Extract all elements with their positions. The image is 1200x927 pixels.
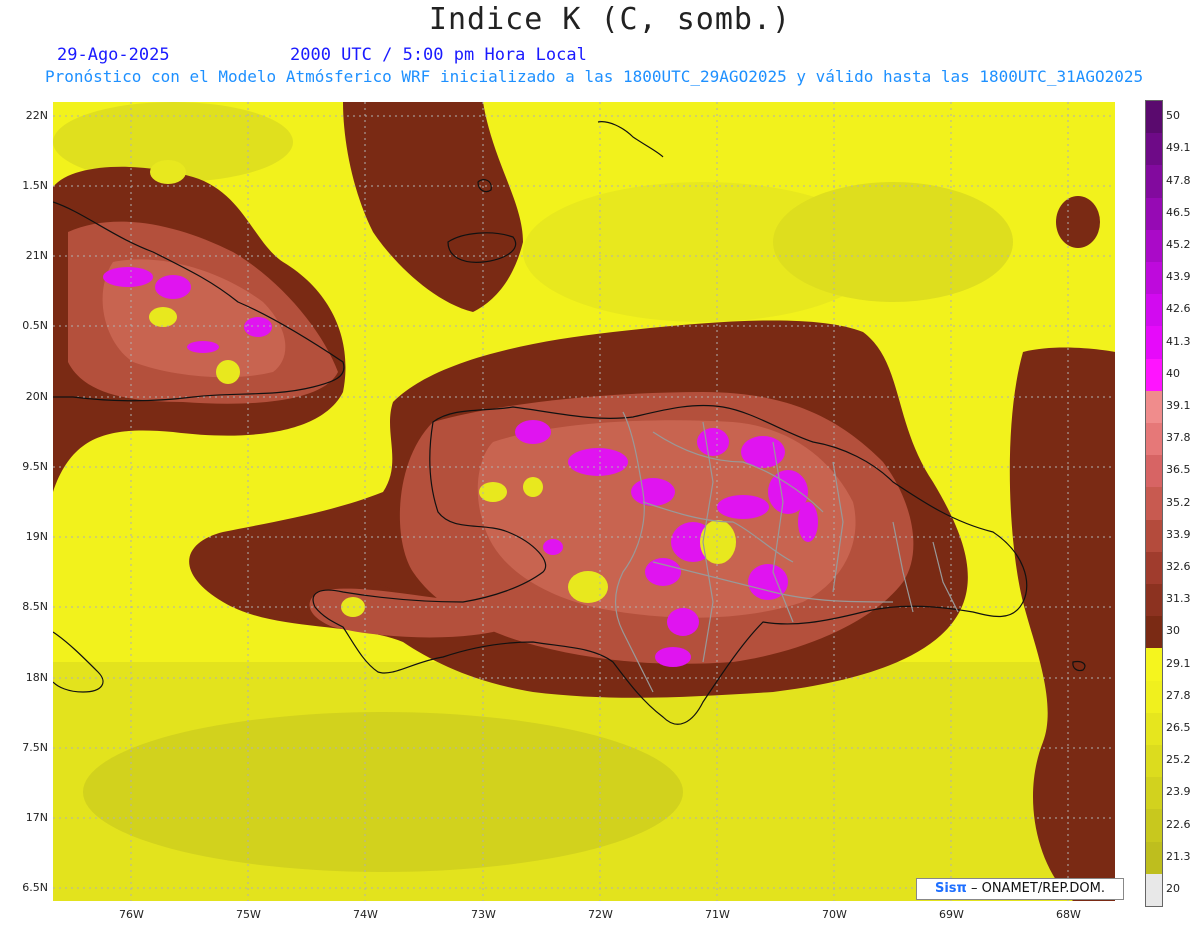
colorbar-segment <box>1146 648 1162 682</box>
colorbar-segment <box>1146 423 1162 456</box>
colorbar-label: 41.3 <box>1166 334 1191 348</box>
model-description: Pronóstico con el Modelo Atmósferico WRF… <box>45 67 1144 86</box>
lat-label: 7.5N <box>22 741 48 754</box>
colorbar-label: 46.5 <box>1166 205 1191 219</box>
colorbar-segment <box>1146 133 1162 166</box>
colorbar-segment <box>1146 712 1162 746</box>
colorbar-segment <box>1146 519 1162 553</box>
lon-label: 72W <box>588 908 613 921</box>
colorbar-label: 25.2 <box>1166 753 1191 767</box>
map-title: Indice K (C, somb.) <box>428 2 792 37</box>
colorbar-label: 50 <box>1166 109 1180 123</box>
lat-label: 18N <box>25 671 48 684</box>
lon-label: 73W <box>471 908 496 921</box>
colorbar-label: 49.1 <box>1166 141 1191 155</box>
lon-label: 75W <box>236 908 261 921</box>
colorbar-label: 43.9 <box>1166 270 1191 284</box>
lon-label: 69W <box>939 908 964 921</box>
colorbar-label: 23.9 <box>1166 785 1191 799</box>
colorbar-segment <box>1146 616 1162 649</box>
lat-label: 22N <box>25 109 48 122</box>
colorbar-label: 39.1 <box>1166 398 1191 412</box>
colorbar-label: 21.3 <box>1166 849 1191 863</box>
colorbar-segment <box>1146 390 1162 424</box>
credit-box: Sisπ – ONAMET/REP.DOM. <box>916 878 1124 900</box>
colorbar-label: 29.1 <box>1166 656 1191 670</box>
lat-label: 20N <box>25 390 48 403</box>
sis-logo: Sisπ <box>934 881 967 896</box>
lat-label: 9.5N <box>22 460 48 473</box>
colorbar-label: 27.8 <box>1166 688 1191 702</box>
colorbar-label: 20 <box>1166 881 1180 895</box>
colorbar-label: 33.9 <box>1166 527 1191 541</box>
colorbar-segment <box>1146 262 1162 295</box>
lat-label: 6.5N <box>22 881 48 894</box>
lon-label: 68W <box>1056 908 1081 921</box>
colorbar-segment <box>1146 809 1162 843</box>
colorbar-label: 36.5 <box>1166 463 1191 477</box>
colorbar-segment <box>1146 358 1162 392</box>
colorbar-label: 30 <box>1166 624 1180 638</box>
lat-label: 0.5N <box>22 319 48 332</box>
colorbar-label: 40 <box>1166 366 1180 380</box>
colorbar-label: 35.2 <box>1166 495 1191 509</box>
colorbar-segment <box>1146 294 1162 327</box>
colorbar-segment <box>1146 680 1162 714</box>
colorbar-label: 22.6 <box>1166 817 1191 831</box>
lat-label: 21N <box>25 249 48 262</box>
lon-label: 71W <box>705 908 730 921</box>
colorbar <box>1145 100 1163 907</box>
colorbar-label: 32.6 <box>1166 559 1191 573</box>
valid-time: 2000 UTC / 5:00 pm Hora Local <box>290 45 587 65</box>
lat-label: 17N <box>25 811 48 824</box>
credit-text: – ONAMET/REP.DOM. <box>970 881 1105 896</box>
k-index-map <box>53 102 1115 901</box>
colorbar-segment <box>1146 101 1162 134</box>
colorbar-segment <box>1146 745 1162 778</box>
forecast-date: 29-Ago-2025 <box>57 45 170 65</box>
colorbar-label: 42.6 <box>1166 302 1191 316</box>
colorbar-segment <box>1146 165 1162 199</box>
colorbar-segment <box>1146 487 1162 521</box>
lon-label: 70W <box>822 908 847 921</box>
colorbar-segment <box>1146 551 1162 585</box>
colorbar-segment <box>1146 229 1162 263</box>
colorbar-label: 31.3 <box>1166 592 1191 606</box>
lat-label: 1.5N <box>22 179 48 192</box>
lon-label: 74W <box>353 908 378 921</box>
colorbar-label: 45.2 <box>1166 237 1191 251</box>
colorbar-segment <box>1146 873 1162 907</box>
colorbar-segment <box>1146 584 1162 617</box>
lon-label: 76W <box>119 908 144 921</box>
lat-label: 19N <box>25 530 48 543</box>
colorbar-segment <box>1146 777 1162 810</box>
colorbar-segment <box>1146 841 1162 875</box>
colorbar-segment <box>1146 455 1162 488</box>
colorbar-segment <box>1146 326 1162 360</box>
colorbar-label: 37.8 <box>1166 431 1191 445</box>
colorbar-label: 26.5 <box>1166 720 1191 734</box>
lat-label: 8.5N <box>22 600 48 613</box>
colorbar-label: 47.8 <box>1166 173 1191 187</box>
colorbar-segment <box>1146 197 1162 231</box>
